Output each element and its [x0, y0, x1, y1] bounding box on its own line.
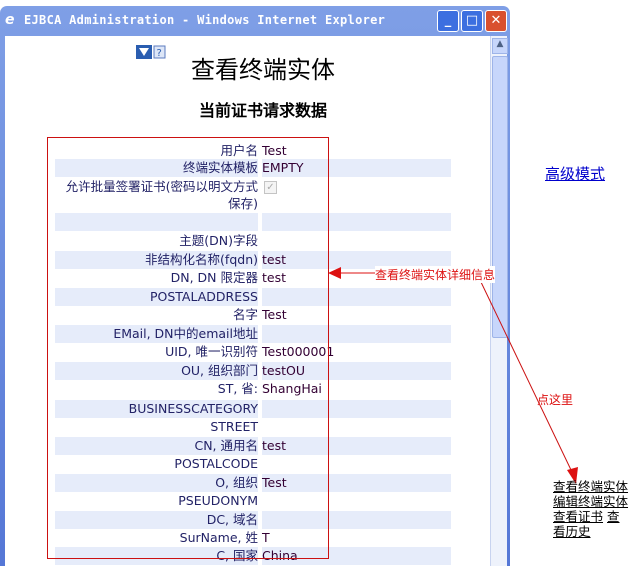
view-certificate-link[interactable]: 查看证书: [553, 509, 603, 524]
action-links: 查看终端实体 编辑终端实体 查看证书 查看历史: [553, 479, 629, 539]
view-end-entity-link[interactable]: 查看终端实体: [553, 479, 628, 494]
advanced-mode-link[interactable]: 高级模式: [545, 163, 605, 184]
annotation-detail: 查看终端实体详细信息: [375, 266, 496, 283]
annotation-click-here: 点这里: [537, 393, 574, 407]
edit-end-entity-link[interactable]: 编辑终端实体: [553, 494, 628, 509]
annotation-arrows: [328, 267, 578, 484]
